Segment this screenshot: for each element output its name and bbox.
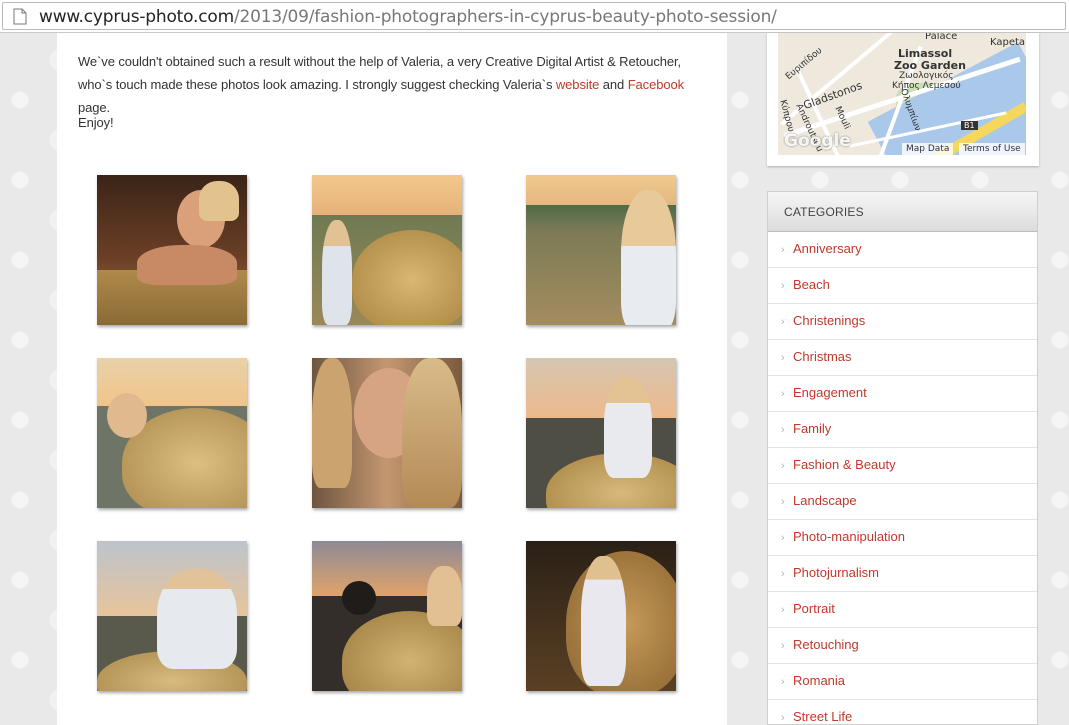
category-item[interactable]: › Christenings bbox=[768, 304, 1037, 340]
page-icon bbox=[13, 8, 27, 25]
url-path: /2013/09/fashion-photographers-in-cyprus… bbox=[233, 7, 777, 27]
category-link[interactable]: Street Life bbox=[793, 709, 852, 724]
categories-title: CATEGORIES bbox=[784, 205, 864, 219]
category-item[interactable]: › Engagement bbox=[768, 376, 1037, 412]
chevron-right-icon: › bbox=[781, 712, 785, 724]
website-link[interactable]: website bbox=[556, 77, 599, 92]
category-item[interactable]: › Fashion & Beauty bbox=[768, 448, 1037, 484]
category-item[interactable]: › Beach bbox=[768, 268, 1037, 304]
map-label-palace: Palace bbox=[925, 33, 958, 42]
chevron-right-icon: › bbox=[781, 604, 785, 616]
chevron-right-icon: › bbox=[781, 568, 785, 580]
chevron-right-icon: › bbox=[781, 532, 785, 544]
post-content: We`ve couldn't obtained such a result wi… bbox=[57, 33, 727, 725]
enjoy-paragraph: Enjoy! bbox=[78, 115, 114, 130]
map-label-evripidou: Ευριπίδου bbox=[783, 45, 825, 83]
category-item[interactable]: › Street Life bbox=[768, 700, 1037, 724]
article-paragraph: We`ve couldn't obtained such a result wi… bbox=[78, 50, 718, 119]
chevron-right-icon: › bbox=[781, 280, 785, 292]
category-link[interactable]: Photo-manipulation bbox=[793, 529, 905, 544]
category-item[interactable]: › Anniversary bbox=[768, 232, 1037, 268]
map-label-kapeta: Kapeta bbox=[990, 37, 1026, 48]
category-link[interactable]: Portrait bbox=[793, 601, 835, 616]
map-label-gladstonos: Gladstonos bbox=[801, 78, 864, 113]
category-link[interactable]: Beach bbox=[793, 277, 830, 292]
url-text[interactable]: www.cyprus-photo.com/2013/09/fashion-pho… bbox=[39, 7, 777, 27]
chevron-right-icon: › bbox=[781, 352, 785, 364]
google-map[interactable]: Palace Kapeta Limassol Zoo Garden Ζωολογ… bbox=[778, 33, 1026, 155]
gallery-thumbnail-6[interactable] bbox=[526, 358, 676, 508]
category-link[interactable]: Engagement bbox=[793, 385, 867, 400]
chevron-right-icon: › bbox=[781, 496, 785, 508]
chevron-right-icon: › bbox=[781, 424, 785, 436]
url-field[interactable]: www.cyprus-photo.com/2013/09/fashion-pho… bbox=[2, 2, 1066, 30]
category-link[interactable]: Fashion & Beauty bbox=[793, 457, 896, 472]
categories-widget: CATEGORIES › Anniversary › Beach › Christen… bbox=[767, 191, 1038, 725]
facebook-link[interactable]: Facebook bbox=[628, 77, 684, 92]
browser-address-bar: www.cyprus-photo.com/2013/09/fashion-pho… bbox=[0, 0, 1069, 33]
chevron-right-icon: › bbox=[781, 640, 785, 652]
category-item[interactable]: › Landscape bbox=[768, 484, 1037, 520]
chevron-right-icon: › bbox=[781, 460, 785, 472]
category-link[interactable]: Romania bbox=[793, 673, 845, 688]
category-link[interactable]: Retouching bbox=[793, 637, 859, 652]
gallery-thumbnail-9[interactable] bbox=[526, 541, 676, 691]
gallery-thumbnail-2[interactable] bbox=[312, 175, 462, 325]
map-data-link[interactable]: Map Data bbox=[902, 143, 954, 155]
google-logo: Google bbox=[784, 131, 851, 151]
category-link[interactable]: Christenings bbox=[793, 313, 865, 328]
category-item[interactable]: › Portrait bbox=[768, 592, 1037, 628]
category-item[interactable]: › Romania bbox=[768, 664, 1037, 700]
category-link[interactable]: Anniversary bbox=[793, 241, 862, 256]
categories-header: CATEGORIES bbox=[768, 192, 1037, 232]
terms-of-use-link[interactable]: Terms of Use bbox=[959, 143, 1025, 155]
chevron-right-icon: › bbox=[781, 676, 785, 688]
category-link[interactable]: Landscape bbox=[793, 493, 857, 508]
category-item[interactable]: › Photo-manipulation bbox=[768, 520, 1037, 556]
map-label-road-b1: B1 bbox=[961, 121, 978, 130]
category-link[interactable]: Photojurnalism bbox=[793, 565, 879, 580]
gallery-thumbnail-5[interactable] bbox=[312, 358, 462, 508]
url-host: www.cyprus-photo.com bbox=[39, 7, 234, 27]
map-label-greek-zoo: Ζωολογικός bbox=[899, 71, 954, 81]
and-text: and bbox=[602, 77, 625, 92]
gallery-thumbnail-3[interactable] bbox=[526, 175, 676, 325]
chevron-right-icon: › bbox=[781, 244, 785, 256]
chevron-right-icon: › bbox=[781, 316, 785, 328]
chevron-right-icon: › bbox=[781, 388, 785, 400]
category-link[interactable]: Family bbox=[793, 421, 831, 436]
gallery-thumbnail-1[interactable] bbox=[97, 175, 247, 325]
gallery-thumbnail-7[interactable] bbox=[97, 541, 247, 691]
gallery-thumbnail-4[interactable] bbox=[97, 358, 247, 508]
category-link[interactable]: Christmas bbox=[793, 349, 852, 364]
gallery-thumbnail-8[interactable] bbox=[312, 541, 462, 691]
map-widget: Palace Kapeta Limassol Zoo Garden Ζωολογ… bbox=[767, 33, 1039, 166]
category-item[interactable]: › Photojurnalism bbox=[768, 556, 1037, 592]
category-item[interactable]: › Retouching bbox=[768, 628, 1037, 664]
category-item[interactable]: › Family bbox=[768, 412, 1037, 448]
category-item[interactable]: › Christmas bbox=[768, 340, 1037, 376]
